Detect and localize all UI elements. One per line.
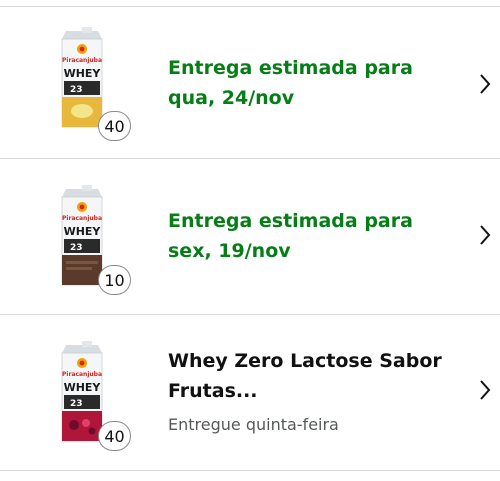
delivery-status: Entrega estimada para sex, 19/nov [168, 210, 413, 262]
chevron-right-icon [480, 380, 491, 400]
chevron-right-icon [480, 74, 491, 94]
svg-text:WHEY: WHEY [64, 381, 102, 394]
order-row-1[interactable]: Piracanjuba WHEY 23 40 Entrega estimada … [0, 7, 500, 161]
svg-text:WHEY: WHEY [64, 225, 102, 238]
delivery-status: Entrega estimada para qua, 24/nov [168, 57, 413, 109]
svg-text:Piracanjuba: Piracanjuba [62, 215, 102, 222]
svg-text:Piracanjuba: Piracanjuba [62, 57, 102, 64]
svg-text:23: 23 [70, 243, 83, 253]
order-row-2[interactable]: Piracanjuba WHEY 23 10 Entrega estimada … [0, 159, 500, 313]
svg-text:23: 23 [70, 399, 83, 409]
divider [0, 470, 500, 471]
svg-text:23: 23 [70, 85, 83, 95]
quantity-badge: 10 [98, 265, 131, 295]
quantity-badge: 40 [98, 111, 131, 141]
svg-text:Piracanjuba: Piracanjuba [62, 371, 102, 378]
svg-text:WHEY: WHEY [64, 67, 102, 80]
order-row-3[interactable]: Piracanjuba WHEY 23 40 Whey Zero Lactose… [0, 315, 500, 469]
chevron-right-icon [480, 225, 491, 245]
quantity-badge: 40 [98, 421, 131, 451]
delivery-note: Entregue quinta-feira [168, 415, 339, 434]
product-title: Whey Zero Lactose Sabor Frutas... [168, 350, 442, 402]
